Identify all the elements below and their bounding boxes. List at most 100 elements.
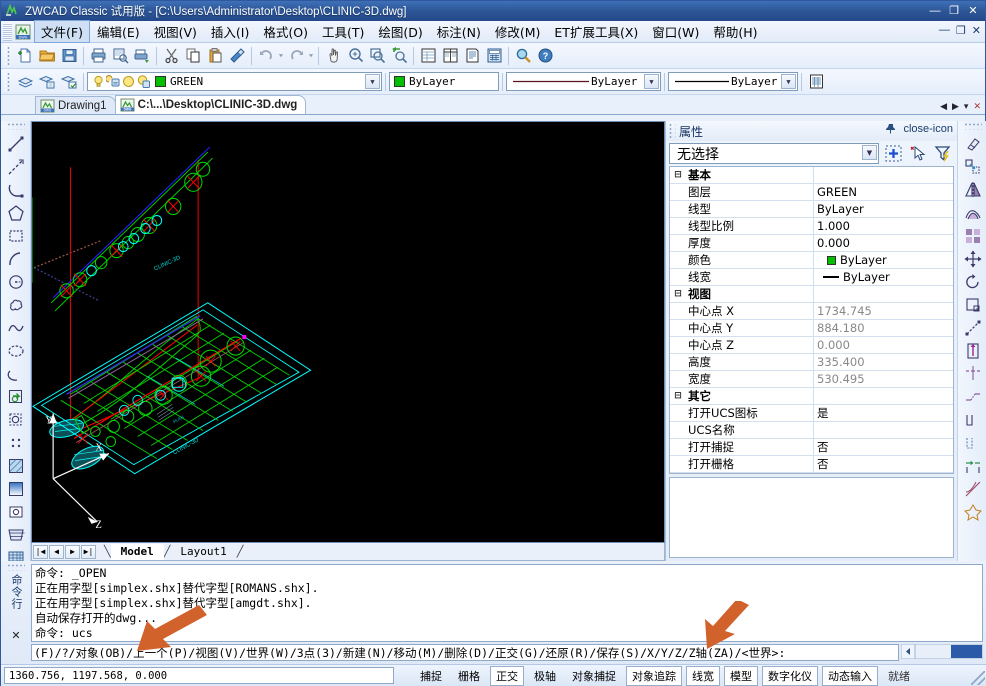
property-category[interactable]: ⊟视图 (670, 286, 953, 303)
properties-panel-grip[interactable] (669, 123, 676, 139)
expander-icon[interactable]: ⊟ (670, 167, 686, 183)
menu-file[interactable]: 文件(F) (34, 20, 90, 43)
rectangle-icon[interactable] (4, 224, 28, 247)
selection-combo-arrow-icon[interactable]: ▼ (862, 145, 877, 160)
selection-combo[interactable]: 无选择 ▼ (669, 143, 879, 164)
tab-next-button[interactable]: ▶ (65, 545, 80, 559)
property-row[interactable]: 中心点 Y884.180 (670, 320, 953, 337)
move-icon[interactable] (961, 247, 985, 270)
property-row[interactable]: 图层GREEN (670, 184, 953, 201)
region-icon[interactable] (4, 500, 28, 523)
command-window-grip[interactable] (7, 564, 25, 571)
ellipse-arc-icon[interactable] (4, 362, 28, 385)
property-row[interactable]: 厚度0.000 (670, 235, 953, 252)
lineweight-combo[interactable]: ByLayer ▼ (668, 72, 798, 91)
property-value[interactable] (814, 422, 953, 438)
tab-last-button[interactable]: ▶| (81, 545, 96, 559)
close-icon[interactable]: close-icon (903, 123, 953, 137)
restore-button[interactable]: ❐ (945, 3, 963, 18)
pan-icon[interactable] (322, 45, 344, 67)
property-value[interactable]: GREEN (814, 184, 953, 200)
join-icon[interactable] (961, 431, 985, 454)
plot-style-icon[interactable] (805, 71, 827, 93)
properties-grid[interactable]: ⊟基本图层GREEN线型ByLayer线型比例1.000厚度0.000颜色ByL… (669, 166, 954, 474)
offset-icon[interactable] (961, 201, 985, 224)
command-history[interactable]: 命令: _OPEN正在用字型[simplex.shx]替代字型[ROMANS.s… (31, 564, 983, 642)
tool-palette-icon[interactable] (461, 45, 483, 67)
standard-toolbar-grip[interactable] (4, 46, 11, 66)
redo-dropdown-icon[interactable] (307, 45, 315, 67)
property-row[interactable]: UCS名称 (670, 422, 953, 439)
trim-icon[interactable] (961, 339, 985, 362)
layer-previous-icon[interactable] (36, 71, 58, 93)
property-row[interactable]: 打开UCS图标是 (670, 405, 953, 422)
property-row[interactable]: 中心点 Z0.000 (670, 337, 953, 354)
menubar-grip[interactable] (3, 23, 12, 41)
property-value[interactable]: 0.000 (814, 337, 953, 353)
command-scrollbar[interactable] (901, 644, 983, 659)
linetype-combo[interactable]: ByLayer ▼ (506, 72, 661, 91)
expander-icon[interactable]: ⊟ (670, 388, 686, 404)
match-properties-icon[interactable] (226, 45, 248, 67)
property-row[interactable]: 打开捕捉否 (670, 439, 953, 456)
menu-dimension[interactable]: 标注(N) (430, 20, 488, 43)
polygon-icon[interactable] (4, 201, 28, 224)
linetype-combo-arrow-icon[interactable]: ▼ (644, 74, 659, 89)
doc-tab-menu-icon[interactable]: ▾ (964, 101, 969, 112)
property-row[interactable]: 高度335.400 (670, 354, 953, 371)
property-row[interactable]: 打开栅格否 (670, 456, 953, 473)
menu-tools[interactable]: 工具(T) (315, 20, 371, 43)
status-otrack[interactable]: 对象追踪 (626, 666, 682, 686)
property-row[interactable]: 线型ByLayer (670, 201, 953, 218)
help-icon[interactable]: ? (534, 45, 556, 67)
property-value[interactable]: 1734.745 (814, 303, 953, 319)
stretch-icon[interactable] (961, 316, 985, 339)
print-preview-icon[interactable] (109, 45, 131, 67)
construction-line-icon[interactable] (4, 155, 28, 178)
layer-toolbar-grip[interactable] (4, 72, 11, 92)
property-value[interactable]: 1.000 (814, 218, 953, 234)
revision-cloud-icon[interactable] (4, 293, 28, 316)
property-value[interactable]: 0.000 (814, 235, 953, 251)
print-icon[interactable] (87, 45, 109, 67)
property-value[interactable]: 否 (814, 456, 953, 472)
menu-modify[interactable]: 修改(M) (488, 20, 548, 43)
array-icon[interactable] (961, 224, 985, 247)
status-tablet[interactable]: 数字化仪 (762, 666, 818, 686)
properties-icon[interactable] (417, 45, 439, 67)
extend-icon[interactable] (961, 362, 985, 385)
menu-draw[interactable]: 绘图(D) (371, 20, 429, 43)
property-row[interactable]: 中心点 X1734.745 (670, 303, 953, 320)
mdi-minimize-button[interactable]: — (939, 24, 950, 37)
minimize-button[interactable]: — (926, 3, 944, 18)
undo-icon[interactable] (255, 45, 277, 67)
menu-insert[interactable]: 插入(I) (204, 20, 256, 43)
find-icon[interactable] (512, 45, 534, 67)
tab-first-button[interactable]: |◀ (33, 545, 48, 559)
layer-manager-icon[interactable] (14, 71, 36, 93)
arc-icon[interactable] (4, 247, 28, 270)
tab-prev-button[interactable]: ◀ (49, 545, 64, 559)
table-icon[interactable] (4, 523, 28, 546)
doc-tab-next-icon[interactable]: ▶ (952, 101, 959, 112)
fillet-icon[interactable] (961, 477, 985, 500)
doc-tab-prev-icon[interactable]: ◀ (940, 101, 947, 112)
menu-help[interactable]: 帮助(H) (706, 20, 764, 43)
layout1-tab[interactable]: Layout1 (170, 544, 236, 560)
command-window-close-icon[interactable]: ✕ (11, 629, 20, 642)
menu-window[interactable]: 窗口(W) (645, 20, 706, 43)
property-value[interactable]: 335.400 (814, 354, 953, 370)
property-category[interactable]: ⊟基本 (670, 167, 953, 184)
property-value[interactable]: ByLayer (814, 252, 953, 268)
insert-block-icon[interactable] (4, 385, 28, 408)
redo-icon[interactable] (285, 45, 307, 67)
draw-toolbar-grip[interactable] (7, 123, 25, 130)
property-row[interactable]: 颜色ByLayer (670, 252, 953, 269)
copy-icon[interactable] (182, 45, 204, 67)
save-icon[interactable] (58, 45, 80, 67)
point-icon[interactable] (4, 431, 28, 454)
status-lineweight[interactable]: 线宽 (686, 666, 720, 686)
menu-format[interactable]: 格式(O) (256, 20, 315, 43)
chamfer-icon[interactable] (961, 454, 985, 477)
make-block-icon[interactable] (4, 408, 28, 431)
